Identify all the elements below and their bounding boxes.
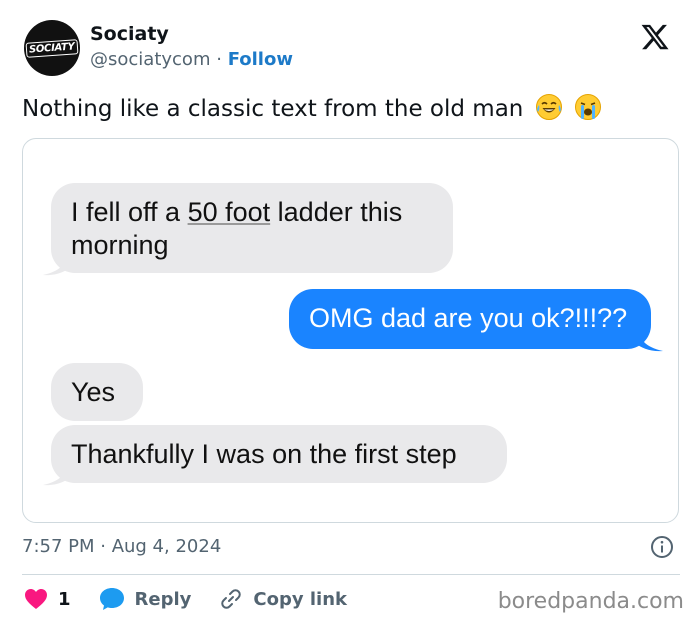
message-screenshot[interactable]: I fell off a 50 foot ladder this morning… bbox=[22, 138, 679, 523]
message-bubble-received: Yes bbox=[51, 363, 143, 421]
display-name[interactable]: Sociaty bbox=[90, 22, 293, 46]
message-bubble-received: I fell off a 50 foot ladder this morning bbox=[51, 183, 453, 273]
watermark: boredpanda.com bbox=[497, 589, 684, 614]
avatar[interactable]: SOCIATY bbox=[24, 20, 80, 76]
heart-icon bbox=[25, 589, 47, 609]
face-with-tears-of-joy-icon bbox=[535, 94, 562, 120]
reply-label: Reply bbox=[134, 588, 192, 610]
underlined-phrase: 50 foot bbox=[187, 197, 271, 227]
tweet-text: Nothing like a classic text from the old… bbox=[22, 93, 602, 125]
link-icon bbox=[221, 589, 242, 609]
user-info: Sociaty @sociatycom · Follow bbox=[90, 22, 293, 74]
action-bar: 1 Reply Copy link bbox=[24, 586, 375, 612]
tweet-timestamp[interactable]: 7:57 PM · Aug 4, 2024 bbox=[22, 535, 221, 559]
tweet-header: SOCIATY Sociaty @sociatycom · Follow bbox=[24, 20, 680, 76]
follow-button[interactable]: Follow bbox=[228, 49, 293, 70]
copy-link-button[interactable]: Copy link bbox=[219, 587, 347, 611]
user-handle[interactable]: @sociatycom bbox=[90, 49, 210, 70]
like-button[interactable]: 1 bbox=[24, 588, 71, 610]
avatar-logo-text: SOCIATY bbox=[25, 38, 79, 58]
speech-bubble-icon bbox=[99, 588, 124, 610]
tweet-text-body: Nothing like a classic text from the old… bbox=[22, 96, 524, 122]
reply-button[interactable]: Reply bbox=[99, 587, 192, 611]
copy-link-label: Copy link bbox=[253, 588, 347, 610]
message-bubble-received: Thankfully I was on the first step bbox=[51, 425, 507, 483]
info-icon[interactable] bbox=[650, 535, 674, 559]
like-count: 1 bbox=[58, 588, 71, 610]
handle-row: @sociatycom · Follow bbox=[90, 46, 293, 74]
x-logo-icon[interactable] bbox=[640, 22, 670, 52]
separator-dot: · bbox=[216, 49, 222, 70]
loudly-crying-face-icon bbox=[575, 94, 602, 120]
divider bbox=[22, 574, 680, 575]
message-bubble-sent: OMG dad are you ok?!!!?? bbox=[289, 289, 651, 349]
